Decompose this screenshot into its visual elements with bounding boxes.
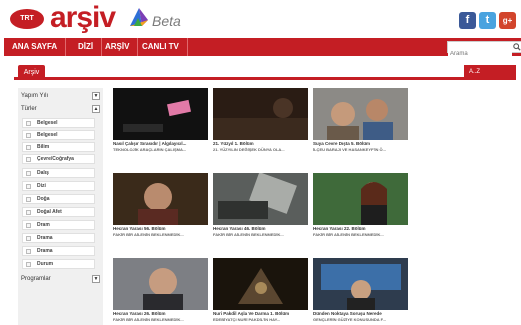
thumbnail-image bbox=[113, 258, 208, 310]
thumbnail-image bbox=[113, 88, 208, 140]
checkbox[interactable] bbox=[26, 157, 31, 162]
checkbox[interactable] bbox=[26, 197, 31, 202]
video-title[interactable]: Hecran Yarası 46. Bölüm bbox=[213, 226, 313, 231]
checkbox[interactable] bbox=[26, 223, 31, 228]
expand-icon[interactable]: ▼ bbox=[92, 92, 100, 100]
thumbnail-image bbox=[213, 88, 308, 140]
video-subtitle: İLÇEU BARAJI VE HASANKEYF'İN Ö... bbox=[313, 147, 386, 152]
filter-turler[interactable]: Türler ▲ bbox=[18, 104, 103, 115]
filter-programlar[interactable]: Programlar ▼ bbox=[18, 274, 103, 285]
tab-arsiv[interactable]: Arşiv bbox=[18, 65, 45, 80]
search-box bbox=[447, 41, 521, 59]
genre-item[interactable]: Belgesel bbox=[22, 130, 95, 140]
genre-item[interactable]: Doğa bbox=[22, 194, 95, 204]
google-plus-icon[interactable]: g+ bbox=[499, 12, 516, 29]
genre-item[interactable]: Dalış bbox=[22, 168, 95, 178]
genre-item[interactable]: Çevre/Coğrafya bbox=[22, 154, 95, 164]
video-title[interactable]: Hecran Yarası 22. Bölüm bbox=[313, 226, 413, 231]
video-thumbnail[interactable] bbox=[213, 88, 308, 140]
video-subtitle: FAKİR BİR AİLENİN BEKLENMEDİK... bbox=[213, 232, 284, 237]
video-thumbnail[interactable] bbox=[313, 258, 408, 310]
video-title[interactable]: Hecran Yarası 56. Bölüm bbox=[113, 226, 213, 231]
main-navbar: ANA SAYFA DİZİ ARŞİV CANLI TV bbox=[4, 38, 521, 59]
thumbnail-image bbox=[113, 173, 208, 225]
thumbnail-image bbox=[313, 258, 408, 310]
checkbox[interactable] bbox=[26, 171, 31, 176]
video-subtitle: FAKİR BİR AİLENİN BEKLENMEDİK... bbox=[113, 317, 184, 322]
video-subtitle: FAKİR BİR AİLENİN BEKLENMEDİK... bbox=[313, 232, 384, 237]
video-subtitle: FAKİR BİR AİLENİN BEKLENMEDİK... bbox=[113, 232, 184, 237]
tab-a-z[interactable]: A..Z bbox=[464, 65, 516, 80]
thumbnail-image bbox=[213, 173, 308, 225]
facebook-icon[interactable]: f bbox=[459, 12, 476, 29]
beta-label: Beta bbox=[152, 13, 181, 29]
checkbox[interactable] bbox=[26, 121, 31, 126]
trt-logo[interactable]: TRT bbox=[10, 9, 44, 29]
genre-item[interactable]: Drama bbox=[22, 246, 95, 256]
nav-item-ana-sayfa[interactable]: ANA SAYFA bbox=[4, 38, 67, 56]
genre-item[interactable]: Drama bbox=[22, 233, 95, 243]
genre-item[interactable]: Doğal Afet bbox=[22, 207, 95, 217]
video-subtitle: GENÇLERİN GÜZİYE KONUSUNDA F... bbox=[313, 317, 386, 322]
checkbox[interactable] bbox=[26, 236, 31, 241]
thumbnail-image bbox=[213, 258, 308, 310]
genre-item[interactable]: Belgesel bbox=[22, 118, 95, 128]
header: TRT arşiv Beta f t g+ bbox=[0, 0, 521, 38]
video-thumbnail[interactable] bbox=[213, 173, 308, 225]
video-thumbnail[interactable] bbox=[113, 258, 208, 310]
thumbnail-image bbox=[313, 88, 408, 140]
filter-yapim-yili[interactable]: Yapım Yılı ▼ bbox=[18, 91, 103, 102]
checkbox[interactable] bbox=[26, 145, 31, 150]
checkbox[interactable] bbox=[26, 210, 31, 215]
checkbox[interactable] bbox=[26, 133, 31, 138]
video-subtitle: EDEBİYATÇI NURİ PAKDİL'İN HAY... bbox=[213, 317, 281, 322]
filter-sidebar: Yapım Yılı ▼ Türler ▲ Belgesel Belgesel … bbox=[18, 88, 103, 325]
twitter-icon[interactable]: t bbox=[479, 12, 496, 29]
video-title[interactable]: Hecran Yarası 26. Bölüm bbox=[113, 311, 213, 316]
video-thumbnail[interactable] bbox=[213, 258, 308, 310]
search-icon[interactable] bbox=[513, 43, 521, 51]
content-tabbar: Arşiv A..Z bbox=[14, 63, 516, 80]
expand-icon[interactable]: ▼ bbox=[92, 275, 100, 283]
video-thumbnail[interactable] bbox=[113, 88, 208, 140]
video-thumbnail[interactable] bbox=[313, 173, 408, 225]
genre-item[interactable]: Bilim bbox=[22, 142, 95, 152]
genre-item[interactable]: Dram bbox=[22, 220, 95, 230]
video-title[interactable]: Nuri Pakdil Aşla Ve Darma 1. Bölüm bbox=[213, 311, 313, 316]
collapse-icon[interactable]: ▲ bbox=[92, 105, 100, 113]
video-title[interactable]: Nasıl Çalışır Sırasıdır | Algılayıcıl... bbox=[113, 141, 213, 146]
video-title[interactable]: Suya Cevre Dışta 5. Bölüm bbox=[313, 141, 413, 146]
thumbnail-image bbox=[313, 173, 408, 225]
video-subtitle: TEKNOLOJİK ARAÇLARIN ÇALIŞMA... bbox=[113, 147, 187, 152]
genre-item[interactable]: Durum bbox=[22, 259, 95, 269]
nav-item-arsiv[interactable]: ARŞİV bbox=[97, 38, 139, 56]
video-thumbnail[interactable] bbox=[313, 88, 408, 140]
video-subtitle: 21. YÜZYILIN DEĞİŞEK DÜNYA OLA... bbox=[213, 147, 285, 152]
search-input[interactable] bbox=[448, 49, 512, 59]
color-prism-icon bbox=[130, 8, 148, 26]
video-thumbnail[interactable] bbox=[113, 173, 208, 225]
checkbox[interactable] bbox=[26, 262, 31, 267]
checkbox[interactable] bbox=[26, 184, 31, 189]
nav-item-canli-tv[interactable]: CANLI TV bbox=[134, 38, 188, 56]
arsiv-logo[interactable]: arşiv bbox=[50, 1, 116, 35]
checkbox[interactable] bbox=[26, 249, 31, 254]
video-title[interactable]: Dünden Noktaya Soruşu Nerede bbox=[313, 311, 413, 316]
video-title[interactable]: 21. Yüzyıl 1. Bölüm bbox=[213, 141, 313, 146]
genre-item[interactable]: Dizi bbox=[22, 181, 95, 191]
